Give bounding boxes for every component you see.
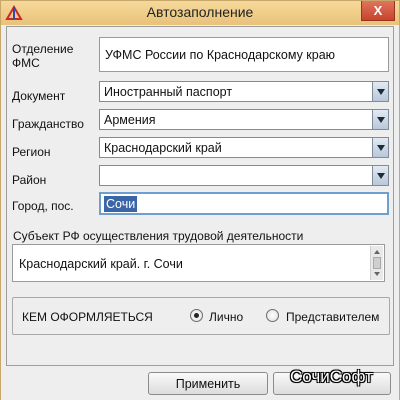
city-input-value: Сочи — [104, 196, 138, 212]
radio-representative[interactable] — [266, 309, 279, 322]
fms-field[interactable]: УФМС России по Краснодарскому краю — [99, 37, 389, 72]
document-select-value: Иностранный паспорт — [104, 85, 233, 99]
applicant-type-label: КЕМ ОФОРМЛЯЕТЬСЯ — [22, 310, 153, 324]
title-bar[interactable]: Автозаполнение X — [1, 1, 399, 25]
chevron-down-icon[interactable] — [372, 166, 388, 185]
region-select[interactable]: Краснодарский край — [99, 137, 389, 158]
region-label: Регион — [12, 145, 51, 159]
scroll-thumb[interactable] — [373, 257, 381, 269]
citizenship-select-value: Армения — [104, 113, 156, 127]
document-label: Документ — [12, 89, 66, 103]
district-label: Район — [12, 173, 47, 187]
subject-textarea[interactable]: Краснодарский край. г. Сочи — [12, 244, 385, 282]
applicant-type-group: КЕМ ОФОРМЛЯЕТЬСЯ Лично Представителем — [12, 297, 390, 335]
radio-personally[interactable] — [190, 309, 203, 322]
apply-button[interactable]: Применить — [148, 372, 268, 395]
chevron-down-icon[interactable] — [372, 110, 388, 129]
form-panel: Отделение ФМС УФМС России по Краснодарск… — [6, 26, 394, 366]
subject-textarea-value: Краснодарский край. г. Сочи — [19, 257, 183, 271]
radio-personally-label[interactable]: Лично — [209, 310, 243, 324]
fms-field-value: УФМС России по Краснодарскому краю — [105, 47, 336, 62]
city-input[interactable]: Сочи — [99, 192, 389, 215]
subject-label: Субъект РФ осуществления трудовой деятел… — [13, 229, 304, 243]
apply-button-label: Применить — [175, 376, 241, 391]
close-icon: X — [373, 3, 383, 18]
region-select-value: Краснодарский край — [104, 141, 222, 155]
citizenship-select[interactable]: Армения — [99, 109, 389, 130]
scroll-down-icon[interactable] — [374, 272, 380, 276]
scroll-up-icon[interactable] — [374, 250, 380, 254]
fms-label-line2: ФМС — [12, 56, 40, 70]
close-button[interactable]: X — [361, 1, 395, 21]
chevron-down-icon[interactable] — [372, 138, 388, 157]
textarea-scrollbar[interactable] — [370, 246, 383, 280]
watermark-logo: СочиСофт — [290, 367, 373, 386]
district-select[interactable] — [99, 165, 389, 186]
radio-representative-label[interactable]: Представителем — [286, 310, 379, 324]
autofill-window: Автозаполнение X Отделение ФМС УФМС Росс… — [0, 0, 400, 400]
fms-label: Отделение ФМС — [12, 42, 73, 70]
city-label: Город, пос. — [12, 199, 74, 213]
chevron-down-icon[interactable] — [372, 82, 388, 101]
document-select[interactable]: Иностранный паспорт — [99, 81, 389, 102]
citizenship-label: Гражданство — [12, 117, 84, 131]
fms-label-line1: Отделение — [12, 42, 74, 56]
window-title: Автозаполнение — [146, 4, 254, 20]
